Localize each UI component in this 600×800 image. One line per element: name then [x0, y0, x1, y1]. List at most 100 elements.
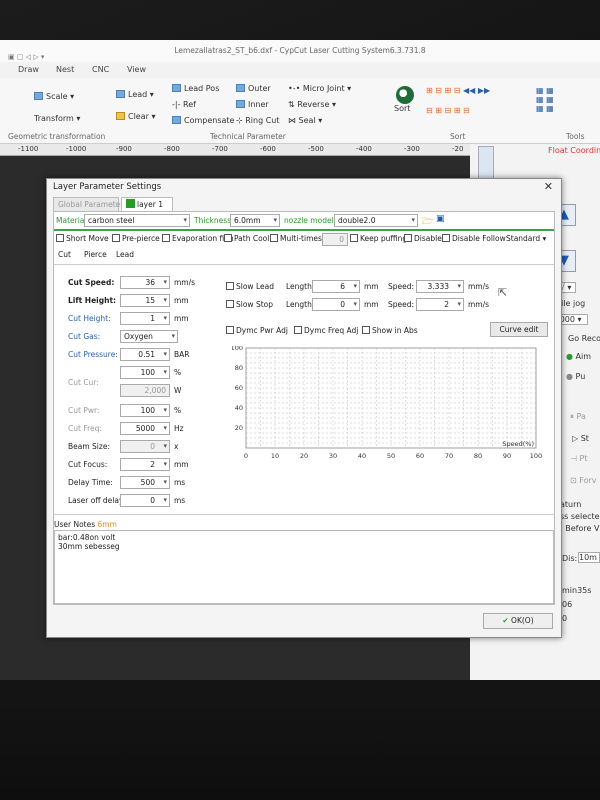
compensate-button[interactable]: Compensate [172, 116, 234, 125]
option-evaporation-film[interactable]: Evaporation film [162, 234, 234, 243]
material-select[interactable]: carbon steel ▾ [84, 214, 190, 227]
tools-icons[interactable]: ▦ ▦ ▦ ▦ ▦ ▦ [536, 86, 554, 113]
laser-off-delay-field[interactable]: 0 ▾ [120, 494, 170, 507]
pressure-percent-field[interactable]: 100 ▾ [120, 366, 170, 379]
lift-height-label: Lift Height: [68, 296, 117, 305]
lead-button[interactable]: Lead ▾ [116, 90, 154, 99]
sort-tools-icons[interactable]: ⊞ ⊟ ⊞ ⊟ ◀◀ ▶▶ [426, 86, 490, 95]
cut-pressure-field[interactable]: 0.51 ▾ [120, 348, 170, 361]
slow-lead-speed-field[interactable]: 3.333 ▾ [416, 280, 464, 293]
cut-gas-select[interactable]: Oxygen ▾ [120, 330, 178, 343]
nozzle-select[interactable]: double2.0 ▾ [334, 214, 418, 227]
ref-button[interactable]: -|- Ref [172, 100, 196, 109]
option-multi-times[interactable]: Multi-times [270, 234, 322, 243]
pu-button[interactable]: ● Pu [566, 372, 585, 381]
checkbox[interactable] [226, 326, 234, 334]
tab-pierce[interactable]: Pierce [84, 250, 107, 259]
slow-stop-checkbox[interactable]: Slow Stop [226, 300, 273, 309]
dymc-pwr-checkbox[interactable]: Dymc Pwr Adj [226, 326, 288, 335]
checkbox[interactable] [112, 234, 120, 242]
slow-lead-length-field[interactable]: 6 ▾ [312, 280, 360, 293]
option-keep-puffing[interactable]: Keep puffing [350, 234, 407, 243]
user-notes-textarea[interactable]: bar:0.48on volt 30mm sebesseg [54, 530, 554, 604]
checkbox[interactable] [404, 234, 412, 242]
outer-button[interactable]: Outer [236, 84, 271, 93]
cut-speed-field[interactable]: 36 ▾ [120, 276, 170, 289]
checkbox[interactable] [294, 326, 302, 334]
dis-field[interactable]: 10m [578, 552, 600, 563]
tab-lead[interactable]: Lead [116, 250, 134, 259]
option-disable-follow[interactable]: Disable Follow [442, 234, 506, 243]
thickness-select[interactable]: 6.0mm ▾ [230, 214, 280, 227]
open-folder-icon[interactable]: 🗁 [422, 214, 433, 230]
menu-nest[interactable]: Nest [56, 65, 74, 74]
option-path-cool[interactable]: Path Cool [224, 234, 269, 243]
slow-lead-checkbox[interactable]: Slow Lead [226, 282, 274, 291]
chevron-down-icon: ▾ [163, 368, 167, 376]
scale-button[interactable]: Scale ▾ [34, 92, 74, 101]
lead-pos-button[interactable]: Lead Pos [172, 84, 219, 93]
lift-height-field[interactable]: 15 ▾ [120, 294, 170, 307]
cut-cur-field[interactable]: 2,000 [120, 384, 170, 397]
cut-focus-field[interactable]: 2 ▾ [120, 458, 170, 471]
chevron-down-icon: ▾ [163, 460, 167, 468]
inner-button[interactable]: Inner [236, 100, 269, 109]
beam-size-field[interactable]: 0 ▾ [120, 440, 170, 453]
ring-cut-button[interactable]: ⊹ Ring Cut [236, 116, 280, 125]
go-reco-button[interactable]: Go Reco [568, 334, 600, 343]
forward-button[interactable]: ⊡ Forv [570, 476, 596, 485]
pause-button[interactable]: ⏸ Pa [570, 412, 586, 422]
transform-button[interactable]: Transform ▾ [34, 114, 80, 123]
aim-button[interactable]: ● Aim [566, 352, 591, 361]
checkbox[interactable] [442, 234, 450, 242]
follow-mode-select[interactable]: Standard ▾ [506, 234, 546, 243]
menu-view[interactable]: View [127, 65, 146, 74]
checkbox[interactable] [224, 234, 232, 242]
slow-stop-speed-field[interactable]: 2 ▾ [416, 298, 464, 311]
dymc-freq-checkbox[interactable]: Dymc Freq Adj [294, 326, 358, 335]
reverse-icon: ⇅ [288, 100, 298, 109]
checkbox[interactable] [226, 282, 234, 290]
checkbox[interactable] [270, 234, 278, 242]
sort-tools-icons-2[interactable]: ⊟ ⊞ ⊟ ⊞ ⊟ [426, 106, 470, 115]
pu-icon: ● [566, 372, 576, 381]
checkbox[interactable] [350, 234, 358, 242]
ok-button[interactable]: ✔ OK(O) [483, 613, 553, 629]
unit-label: ms [174, 478, 186, 487]
checkbox[interactable] [56, 234, 64, 242]
multi-times-count[interactable]: 0 [322, 233, 348, 246]
cut-freq-field[interactable]: 5000 ▾ [120, 422, 170, 435]
curve-edit-button[interactable]: Curve edit [490, 322, 548, 337]
pt-button[interactable]: ⊣ Pt [570, 454, 587, 463]
checkbox[interactable] [226, 300, 234, 308]
option-pre-pierce[interactable]: Pre-pierce [112, 234, 160, 243]
tab-layer-1[interactable]: layer 1 [121, 197, 173, 211]
checkbox[interactable] [162, 234, 170, 242]
seal-button[interactable]: ⋈ Seal ▾ [288, 116, 322, 125]
note-line: bar:0.48on volt [58, 533, 116, 542]
chevron-down-icon: ▾ [171, 332, 175, 340]
mouse-cursor-icon: ⇱ [498, 286, 508, 299]
start-button[interactable]: ▷ St [572, 434, 589, 443]
cut-height-field[interactable]: 1 ▾ [120, 312, 170, 325]
divider [54, 229, 554, 231]
micro-joint-button[interactable]: •-• Micro Joint ▾ [288, 84, 351, 93]
clear-button[interactable]: Clear ▾ [116, 112, 155, 121]
menu-cnc[interactable]: CNC [92, 65, 109, 74]
reverse-button[interactable]: ⇅ Reverse ▾ [288, 100, 336, 109]
tab-cut[interactable]: Cut [58, 250, 71, 259]
checkbox[interactable] [362, 326, 370, 334]
close-icon[interactable]: ✕ [544, 179, 553, 195]
save-icon[interactable]: ▣ [436, 214, 445, 224]
cut-pwr-field[interactable]: 100 ▾ [120, 404, 170, 417]
tab-global-parameter[interactable]: Global Parameter [53, 197, 123, 211]
delay-time-field[interactable]: 500 ▾ [120, 476, 170, 489]
unit-label: mm [364, 282, 379, 291]
slow-stop-length-field[interactable]: 0 ▾ [312, 298, 360, 311]
menu-draw[interactable]: Draw [18, 65, 39, 74]
option-short-move[interactable]: Short Move [56, 234, 109, 243]
sub-tabs: Cut Pierce Lead [54, 250, 554, 264]
option-disable[interactable]: Disable [404, 234, 442, 243]
sort-button[interactable]: Sort [394, 86, 414, 113]
show-abs-checkbox[interactable]: Show in Abs [362, 326, 418, 335]
